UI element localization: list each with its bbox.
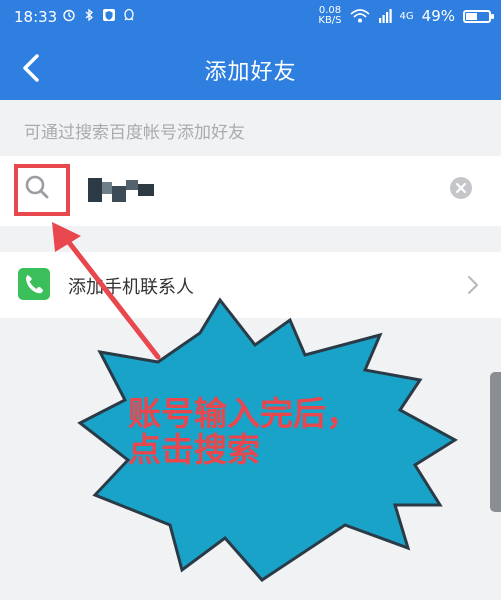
page-title: 添加好友 [204, 60, 297, 85]
bluetooth-icon [85, 8, 93, 22]
battery-icon [463, 9, 494, 23]
battery-fill [466, 12, 477, 20]
status-time: 18:33 [14, 8, 58, 26]
arrow-head [52, 222, 81, 252]
qq-icon [124, 8, 134, 21]
scrollbar[interactable] [490, 372, 501, 512]
network-type: 4G [399, 10, 414, 22]
nav-bar: 添加好友 [0, 36, 501, 100]
shield-icon [103, 9, 115, 21]
wifi-icon [350, 9, 370, 23]
clear-icon[interactable] [448, 175, 474, 201]
callout-line-2: 点击搜索 [128, 430, 260, 469]
search-input[interactable] [88, 178, 158, 202]
battery-percent: 49% [421, 7, 455, 25]
status-right-icons: 0.08 KB/S 4G 49% [318, 5, 494, 26]
add-phone-contacts-row[interactable]: 添加手机联系人 [0, 252, 501, 318]
status-bar: 18:33 0.08 KB/S 4G 49% [0, 0, 501, 36]
callout-line-1: 账号输入完后， [128, 394, 359, 433]
callout-text: 账号输入完后， 点击搜索 [128, 396, 388, 468]
search-hint: 可通过搜索百度帐号添加好友 [24, 123, 245, 143]
network-speed: 0.08 KB/S [318, 5, 342, 26]
phone-icon [18, 268, 50, 300]
search-icon[interactable] [22, 172, 52, 202]
chevron-right-icon [468, 276, 478, 294]
alarm-icon [63, 9, 75, 22]
status-left-icons [62, 8, 136, 22]
contacts-label: 添加手机联系人 [68, 277, 194, 298]
signal-icon [378, 9, 392, 23]
search-bar[interactable] [0, 156, 501, 226]
